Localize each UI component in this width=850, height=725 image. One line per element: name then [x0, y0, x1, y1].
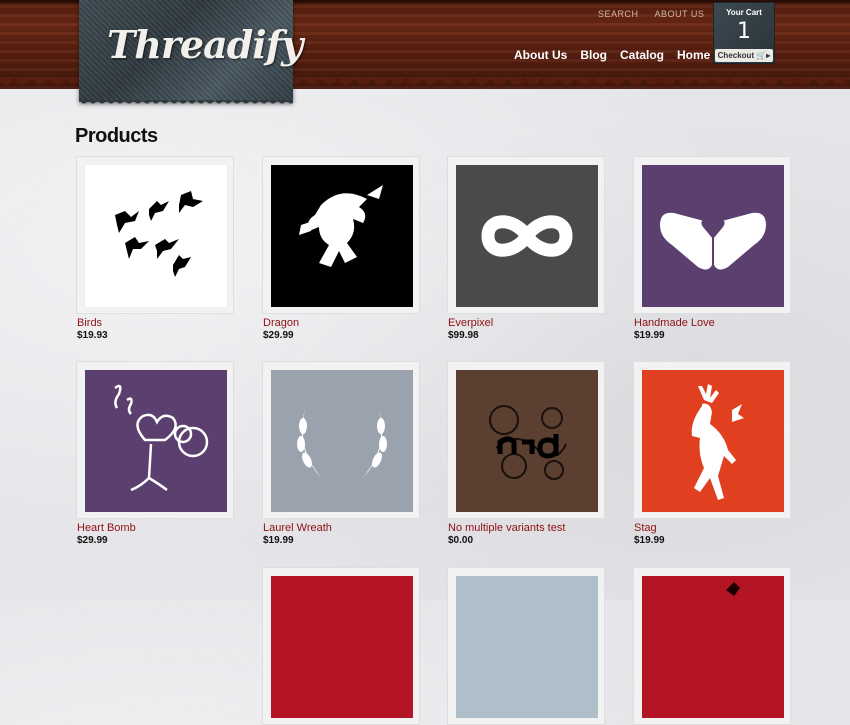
- product-frame[interactable]: [447, 361, 605, 519]
- product-frame[interactable]: [633, 567, 791, 725]
- product-frame[interactable]: [262, 156, 420, 314]
- product-price: $19.99: [634, 535, 665, 546]
- product-price: $29.99: [263, 330, 294, 341]
- product-grid: Birds $19.93 Dragon $29.99 Everpixel $99…: [0, 0, 850, 725]
- product-frame[interactable]: [447, 567, 605, 725]
- product-frame[interactable]: [76, 361, 234, 519]
- product-name[interactable]: Stag: [634, 522, 657, 534]
- product-price: $19.99: [263, 535, 294, 546]
- product-name[interactable]: Heart Bomb: [77, 522, 136, 534]
- product-frame[interactable]: [76, 156, 234, 314]
- product-price: $0.00: [448, 535, 474, 546]
- product-frame[interactable]: [262, 567, 420, 725]
- product-image-heart-bomb[interactable]: [85, 370, 227, 512]
- product-name[interactable]: Laurel Wreath: [263, 522, 332, 534]
- product-price: $29.99: [77, 535, 108, 546]
- product-frame[interactable]: [447, 156, 605, 314]
- product-name[interactable]: No multiple variants test: [448, 522, 565, 534]
- product-image-laurel-wreath[interactable]: [271, 370, 413, 512]
- product-image-everpixel[interactable]: [456, 165, 598, 307]
- product-name[interactable]: Birds: [77, 317, 102, 329]
- product-price: $19.93: [77, 330, 108, 341]
- product-frame[interactable]: [262, 361, 420, 519]
- product-image-handmade-love[interactable]: [642, 165, 784, 307]
- product-price: $99.98: [448, 330, 479, 341]
- product-name[interactable]: Handmade Love: [634, 317, 715, 329]
- product-name[interactable]: Dragon: [263, 317, 299, 329]
- product-frame[interactable]: [633, 156, 791, 314]
- product-image-row3-3[interactable]: [642, 576, 784, 718]
- product-image-row3-1[interactable]: [271, 576, 413, 718]
- product-image-row3-2[interactable]: [456, 576, 598, 718]
- product-image-no-variants[interactable]: [456, 370, 598, 512]
- product-image-dragon[interactable]: [271, 165, 413, 307]
- product-image-stag[interactable]: [642, 370, 784, 512]
- product-name[interactable]: Everpixel: [448, 317, 493, 329]
- product-frame[interactable]: [633, 361, 791, 519]
- product-image-birds[interactable]: [85, 165, 227, 307]
- product-price: $19.99: [634, 330, 665, 341]
